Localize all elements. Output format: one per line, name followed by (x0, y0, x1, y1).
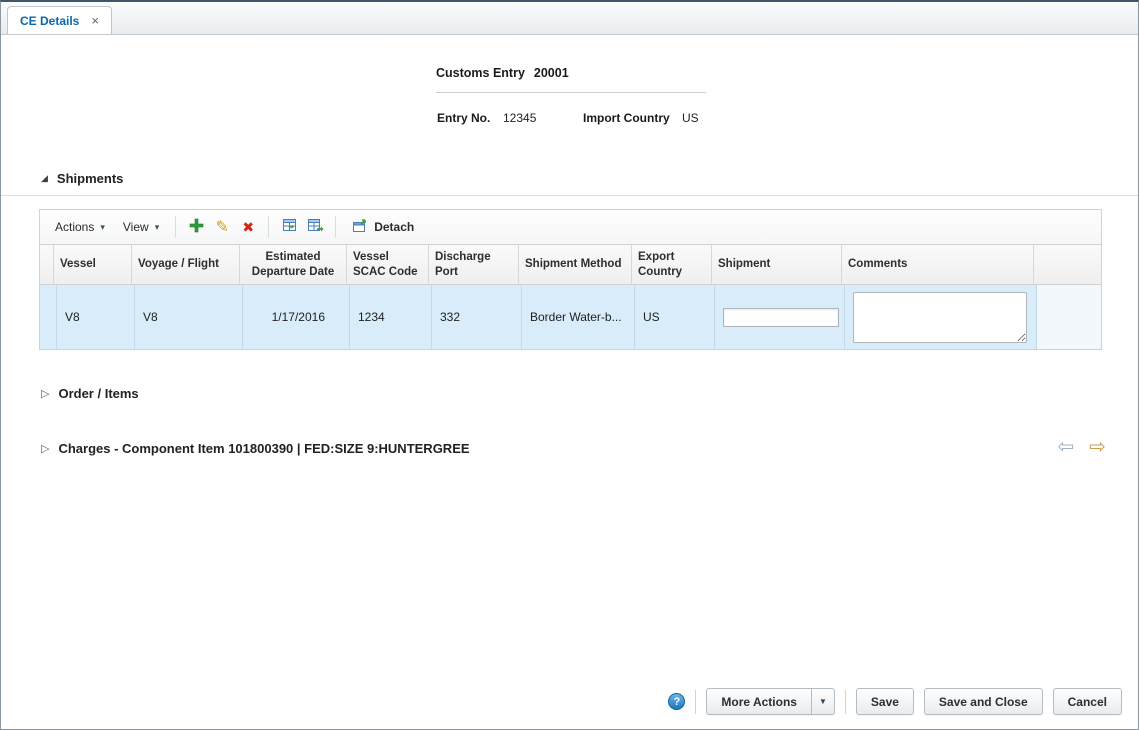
column-header-voyage-flight[interactable]: Voyage / Flight (132, 245, 240, 284)
column-header-shipment-method[interactable]: Shipment Method (519, 245, 632, 284)
export-to-excel-button[interactable] (276, 214, 302, 240)
cell-comments (845, 285, 1037, 349)
toolbar-separator (268, 216, 270, 238)
add-row-button[interactable] (183, 214, 209, 240)
charges-section-title: Charges - Component Item 101800390 | FED… (58, 441, 470, 456)
entry-no-label: Entry No. (437, 111, 491, 125)
order-items-section-header[interactable]: ▷ Order / Items (41, 386, 139, 401)
export-grid-arrow-icon (307, 218, 324, 237)
export-grid-icon (281, 218, 298, 237)
actions-menu-button[interactable]: Actions ▾ (46, 215, 114, 239)
actions-menu-label: Actions (55, 220, 95, 234)
shipment-input[interactable] (723, 307, 839, 327)
tab-bar: CE Details × (1, 2, 1138, 35)
tab-label: CE Details (20, 13, 80, 28)
cell-shipment-method[interactable]: Border Water-b... (522, 285, 635, 349)
previous-item-arrow-icon[interactable]: ⇦ (1057, 436, 1074, 456)
page-title-value: 20001 (533, 66, 569, 80)
next-item-arrow-icon[interactable]: ⇨ (1089, 436, 1106, 456)
column-header-discharge-port[interactable]: Discharge Port (429, 245, 519, 284)
cell-vessel-scac-code[interactable]: 1234 (350, 285, 432, 349)
detach-window-icon (352, 218, 368, 236)
footer-separator (844, 689, 846, 714)
footer-separator (695, 689, 697, 714)
cell-shipment (715, 285, 845, 349)
cancel-button[interactable]: Cancel (1052, 688, 1122, 715)
cell-vessel[interactable]: V8 (57, 285, 135, 349)
chevron-down-icon: ▾ (154, 221, 160, 232)
row-select-cell[interactable] (40, 285, 57, 349)
page-title-label: Customs Entry (436, 66, 525, 80)
column-header-vessel-scac-code[interactable]: Vessel SCAC Code (347, 245, 429, 284)
more-actions-dropdown-button[interactable]: ▼ (811, 688, 835, 715)
tab-ce-details[interactable]: CE Details × (7, 6, 112, 34)
entry-no-value: 12345 (503, 111, 537, 125)
delete-row-button[interactable]: ✖ (235, 214, 261, 240)
column-header-filler (1034, 245, 1101, 284)
plus-icon (189, 218, 204, 236)
toolbar-separator (335, 216, 337, 238)
order-items-collapsed-icon[interactable]: ▷ (41, 387, 49, 400)
shipments-table-header: Vessel Voyage / Flight Estimated Departu… (40, 245, 1101, 285)
cell-voyage-flight[interactable]: V8 (135, 285, 243, 349)
cell-export-country[interactable]: US (635, 285, 715, 349)
view-menu-label: View (122, 220, 149, 234)
tab-close-icon[interactable]: × (91, 14, 99, 27)
ce-details-window: CE Details × Customs Entry 20001 Entry No… (0, 0, 1139, 730)
more-actions-split-button: More Actions ▼ (706, 688, 835, 715)
column-header-export-country[interactable]: Export Country (632, 245, 712, 284)
toolbar-separator (175, 216, 177, 238)
order-items-section-title: Order / Items (58, 386, 139, 401)
footer-action-bar: ? More Actions ▼ Save Save and Close Can… (668, 688, 1122, 715)
shipments-section-title: Shipments (56, 171, 124, 186)
select-column-header (40, 245, 54, 284)
page-title: Customs Entry 20001 (436, 66, 569, 80)
import-country-label: Import Country (583, 111, 670, 125)
shipments-panel: Actions ▾ View ▾ ✎ ✖ Detach Vessel Voyag… (39, 209, 1102, 350)
row-filler-cell (1037, 285, 1101, 349)
export-options-button[interactable] (302, 214, 328, 240)
cell-estimated-departure-date[interactable]: 1/17/2016 (243, 285, 350, 349)
import-country-value: US (682, 111, 699, 125)
charges-navigation: ⇦ ⇨ (1057, 436, 1106, 456)
header-divider (436, 92, 706, 93)
help-icon[interactable]: ? (668, 693, 686, 710)
shipments-section-header[interactable]: ◢ Shipments (41, 171, 123, 186)
detach-label: Detach (374, 220, 415, 234)
shipments-section-rule (1, 195, 1138, 196)
column-header-estimated-departure-date[interactable]: Estimated Departure Date (240, 245, 347, 284)
column-header-vessel[interactable]: Vessel (54, 245, 132, 284)
charges-collapsed-icon[interactable]: ▷ (41, 442, 49, 455)
caret-down-icon: ▼ (818, 697, 827, 706)
charges-section-header[interactable]: ▷ Charges - Component Item 101800390 | F… (41, 441, 470, 456)
pencil-icon: ✎ (215, 219, 229, 236)
view-menu-button[interactable]: View ▾ (114, 215, 168, 239)
cell-discharge-port[interactable]: 332 (432, 285, 522, 349)
column-header-comments[interactable]: Comments (842, 245, 1034, 284)
more-actions-button[interactable]: More Actions (706, 688, 812, 715)
comments-textarea[interactable] (853, 291, 1027, 343)
save-button[interactable]: Save (855, 688, 914, 715)
edit-row-button[interactable]: ✎ (209, 214, 235, 240)
chevron-down-icon: ▾ (100, 221, 105, 232)
column-header-shipment[interactable]: Shipment (712, 245, 842, 284)
table-row[interactable]: V8 V8 1/17/2016 1234 332 Border Water-b.… (40, 285, 1101, 349)
save-and-close-button[interactable]: Save and Close (923, 688, 1043, 715)
shipments-expanded-icon[interactable]: ◢ (41, 173, 48, 184)
detach-button[interactable]: Detach (343, 214, 423, 240)
shipments-toolbar: Actions ▾ View ▾ ✎ ✖ Detach (40, 210, 1101, 245)
delete-x-icon: ✖ (242, 218, 255, 235)
